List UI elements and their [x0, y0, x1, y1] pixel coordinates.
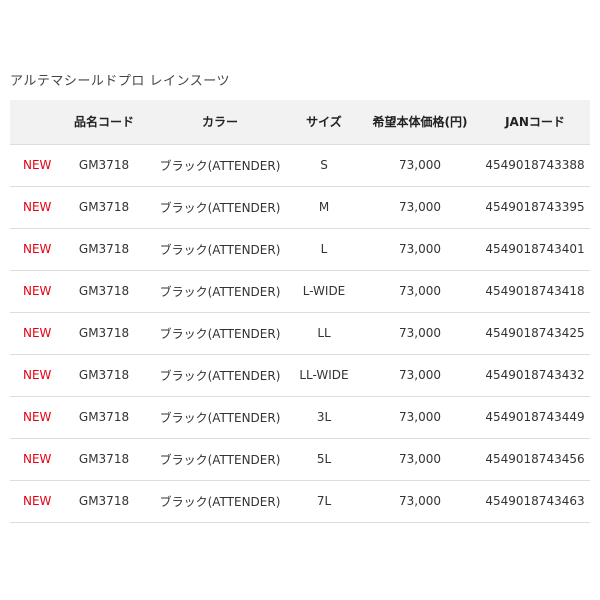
size-value: M	[288, 186, 360, 229]
table-row: NEW GM3718 ブラック(ATTENDER) LL-WIDE 73,000…	[10, 354, 590, 397]
header-jan-code: JANコード	[480, 100, 590, 145]
price-value: 73,000	[360, 312, 480, 355]
product-code: GM3718	[56, 312, 152, 355]
color-value: ブラック(ATTENDER)	[152, 144, 288, 187]
color-value: ブラック(ATTENDER)	[152, 354, 288, 397]
header-price: 希望本体価格(円)	[360, 100, 480, 145]
jan-code-value: 4549018743395	[480, 186, 590, 229]
product-code: GM3718	[56, 228, 152, 271]
color-value: ブラック(ATTENDER)	[152, 480, 288, 523]
price-value: 73,000	[360, 186, 480, 229]
table-header-row: 品名コード カラー サイズ 希望本体価格(円) JANコード	[10, 100, 590, 145]
product-code: GM3718	[56, 144, 152, 187]
size-value: S	[288, 144, 360, 187]
product-code: GM3718	[56, 438, 152, 481]
product-spec-table: 品名コード カラー サイズ 希望本体価格(円) JANコード NEW GM371…	[10, 100, 590, 523]
table-row: NEW GM3718 ブラック(ATTENDER) L 73,000 45490…	[10, 228, 590, 271]
product-code: GM3718	[56, 396, 152, 439]
color-value: ブラック(ATTENDER)	[152, 270, 288, 313]
table-row: NEW GM3718 ブラック(ATTENDER) S 73,000 45490…	[10, 144, 590, 187]
jan-code-value: 4549018743449	[480, 396, 590, 439]
new-badge: NEW	[10, 144, 56, 187]
price-value: 73,000	[360, 354, 480, 397]
size-value: LL	[288, 312, 360, 355]
table-row: NEW GM3718 ブラック(ATTENDER) L-WIDE 73,000 …	[10, 270, 590, 313]
table-row: NEW GM3718 ブラック(ATTENDER) 7L 73,000 4549…	[10, 480, 590, 523]
product-code: GM3718	[56, 186, 152, 229]
table-row: NEW GM3718 ブラック(ATTENDER) 5L 73,000 4549…	[10, 438, 590, 481]
header-size: サイズ	[288, 100, 360, 145]
size-value: L-WIDE	[288, 270, 360, 313]
jan-code-value: 4549018743418	[480, 270, 590, 313]
color-value: ブラック(ATTENDER)	[152, 186, 288, 229]
new-badge: NEW	[10, 354, 56, 397]
color-value: ブラック(ATTENDER)	[152, 312, 288, 355]
table-row: NEW GM3718 ブラック(ATTENDER) M 73,000 45490…	[10, 186, 590, 229]
header-badge	[10, 100, 56, 145]
jan-code-value: 4549018743388	[480, 144, 590, 187]
price-value: 73,000	[360, 228, 480, 271]
header-color: カラー	[152, 100, 288, 145]
price-value: 73,000	[360, 270, 480, 313]
header-product-code: 品名コード	[56, 100, 152, 145]
price-value: 73,000	[360, 396, 480, 439]
new-badge: NEW	[10, 480, 56, 523]
size-value: L	[288, 228, 360, 271]
color-value: ブラック(ATTENDER)	[152, 438, 288, 481]
new-badge: NEW	[10, 186, 56, 229]
size-value: 5L	[288, 438, 360, 481]
jan-code-value: 4549018743456	[480, 438, 590, 481]
table-row: NEW GM3718 ブラック(ATTENDER) 3L 73,000 4549…	[10, 396, 590, 439]
jan-code-value: 4549018743432	[480, 354, 590, 397]
new-badge: NEW	[10, 438, 56, 481]
new-badge: NEW	[10, 228, 56, 271]
color-value: ブラック(ATTENDER)	[152, 396, 288, 439]
size-value: 3L	[288, 396, 360, 439]
color-value: ブラック(ATTENDER)	[152, 228, 288, 271]
page-title: アルテマシールドプロ レインスーツ	[10, 74, 230, 89]
jan-code-value: 4549018743425	[480, 312, 590, 355]
price-value: 73,000	[360, 438, 480, 481]
size-value: 7L	[288, 480, 360, 523]
product-code: GM3718	[56, 354, 152, 397]
jan-code-value: 4549018743463	[480, 480, 590, 523]
price-value: 73,000	[360, 144, 480, 187]
table-row: NEW GM3718 ブラック(ATTENDER) LL 73,000 4549…	[10, 312, 590, 355]
price-value: 73,000	[360, 480, 480, 523]
product-code: GM3718	[56, 480, 152, 523]
size-value: LL-WIDE	[288, 354, 360, 397]
new-badge: NEW	[10, 270, 56, 313]
new-badge: NEW	[10, 312, 56, 355]
jan-code-value: 4549018743401	[480, 228, 590, 271]
product-code: GM3718	[56, 270, 152, 313]
new-badge: NEW	[10, 396, 56, 439]
